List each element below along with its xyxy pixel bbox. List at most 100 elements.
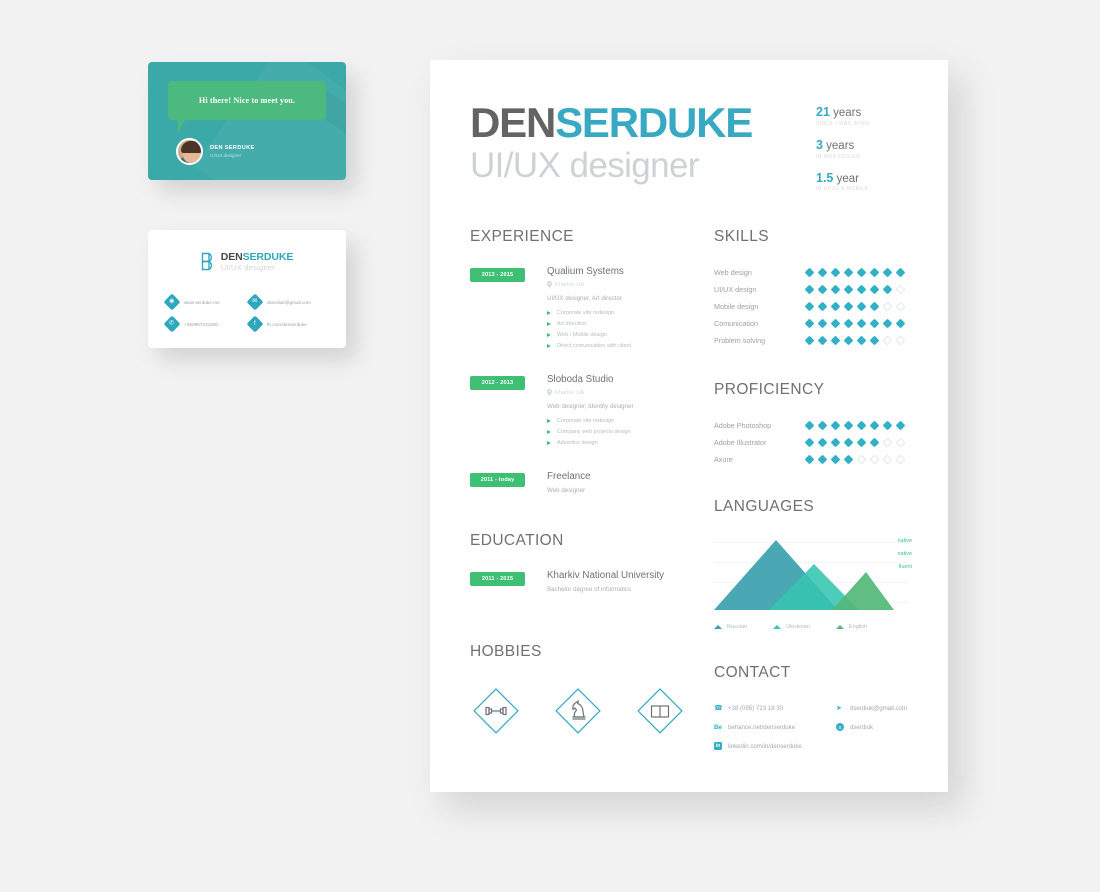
skill-row: Web design <box>714 267 908 278</box>
bullet-arrow-icon <box>547 311 551 316</box>
rating-diamond-filled <box>856 318 867 329</box>
legend-swatch-icon <box>835 625 844 630</box>
rating-diamond-empty <box>856 454 867 465</box>
experience-org: Freelance <box>547 471 591 483</box>
skill-label: Problem solving <box>714 336 766 346</box>
rating-diamond-filled <box>869 437 880 448</box>
card-contact-list: ◉ www.serduke.me ✉ dserdiuk@gmail.com ✆ … <box>163 293 332 340</box>
globe-icon: ◉ <box>163 293 181 311</box>
contact-email[interactable]: ➤ dserdiuk@gmail.com <box>836 704 907 713</box>
contact-value: behance.net/denserduke <box>728 723 796 731</box>
section-title-languages: LANGUAGES <box>714 498 815 516</box>
rating-diamond-filled <box>843 454 854 465</box>
rating-diamond-filled <box>843 420 854 431</box>
hobbies-list <box>470 685 686 737</box>
card-contact-item[interactable]: ✆ +380957231830 <box>163 315 249 333</box>
skill-row: Mobile design <box>714 301 908 312</box>
proficiency-list: Adobe Photoshop Adobe Illustrator Axure <box>714 420 908 465</box>
skill-rating <box>804 318 906 329</box>
rating-diamond-filled <box>882 284 893 295</box>
phone-icon: ✆ <box>163 315 181 333</box>
experience-bullets: Corporate site redesign Company web proj… <box>547 418 634 446</box>
rating-diamond-filled <box>830 267 841 278</box>
bullet-item: Direct comunication with client <box>547 343 631 349</box>
card-contact-item[interactable]: ◉ www.serduke.me <box>163 293 249 311</box>
skills-list: Web design UI/UX design Mobile design Co… <box>714 267 908 346</box>
experience-bullets: Corporate site redesign Art direction We… <box>547 310 631 349</box>
bullet-item: Corporate site redesign <box>547 310 631 316</box>
skill-label: Comunication <box>714 319 758 329</box>
resume-sheet: DENSERDUKE UI/UX designer 21 years SINCE… <box>430 60 948 792</box>
bullet-arrow-icon <box>547 441 551 446</box>
stat-caption: IN WEB DESIGN <box>816 153 861 160</box>
stat-item: 1.5 year IN UI/UX & MOBILE <box>816 171 908 193</box>
linkedin-icon: in <box>714 742 722 751</box>
experience-period-badge: 2012 - 2013 <box>470 376 525 391</box>
card-contact-item[interactable]: f fb.com/denserduke <box>246 315 332 333</box>
rating-diamond-filled <box>895 318 906 329</box>
card-person: DEN SERDUKE UI/UX designer <box>176 138 255 165</box>
languages-area-svg <box>714 540 894 611</box>
rating-diamond-filled <box>817 437 828 448</box>
logo-mark-icon <box>201 252 216 271</box>
rating-diamond-filled <box>804 420 815 431</box>
rating-diamond-filled <box>869 420 880 431</box>
languages-level-labels: native native fluent <box>882 538 912 570</box>
skill-rating <box>804 267 906 278</box>
proficiency-label: Adobe Photoshop <box>714 421 772 431</box>
contact-value: dserdiuk@gmail.com <box>850 704 907 712</box>
rating-diamond-filled <box>843 437 854 448</box>
contact-value: +38 (095) 723 18 30 <box>728 704 784 712</box>
legend-item: English <box>835 624 868 631</box>
legend-item: Russian <box>714 624 747 630</box>
skype-icon: S <box>836 723 846 732</box>
contact-list: ☎ +38 (095) 723 18 30 ➤ dserdiuk@gmail.c… <box>714 704 908 751</box>
legend-label: English <box>848 624 868 631</box>
contact-row: ☎ +38 (095) 723 18 30 ➤ dserdiuk@gmail.c… <box>714 704 908 713</box>
job-title: UI/UX designer <box>470 146 700 185</box>
mockup-canvas: Hi there! Nice to meet you. DEN SERDUKE … <box>0 0 1100 892</box>
business-card-back: DENSERDUKE UI/UX designer ◉ www.serduke.… <box>148 230 346 348</box>
skill-label: Mobile design <box>714 302 759 312</box>
language-level: native <box>897 551 912 558</box>
skill-label: Web design <box>714 268 752 278</box>
rating-diamond-filled <box>843 318 854 329</box>
experience-role: Web designer, Identity designer <box>547 403 634 411</box>
proficiency-rating <box>804 454 906 465</box>
section-title-contact: CONTACT <box>714 664 791 682</box>
rating-diamond-filled <box>817 284 828 295</box>
experience-entry: 2012 - 2013 Sloboda Studio Kharkiv, UA W… <box>470 374 686 451</box>
rating-diamond-empty <box>895 301 906 312</box>
rating-diamond-empty <box>895 437 906 448</box>
card-contact-text: www.serduke.me <box>184 299 220 305</box>
rating-diamond-empty <box>882 301 893 312</box>
skill-row: UI/UX design <box>714 284 908 295</box>
rating-diamond-filled <box>804 284 815 295</box>
language-level: fluent <box>898 564 912 571</box>
proficiency-row: Adobe Photoshop <box>714 420 908 431</box>
speech-bubble-tail <box>178 120 185 133</box>
rating-diamond-empty <box>895 335 906 346</box>
bullet-item: Advertice design <box>547 440 634 446</box>
rating-diamond-filled <box>817 335 828 346</box>
card-contact-item[interactable]: ✉ dserdiuk@gmail.com <box>246 293 332 311</box>
contact-skype[interactable]: S dserdiuk <box>836 723 873 732</box>
contact-linkedin[interactable]: in linkedin.com/in/denserduke <box>714 742 802 751</box>
contact-phone[interactable]: ☎ +38 (095) 723 18 30 <box>714 704 836 713</box>
rating-diamond-filled <box>869 318 880 329</box>
speech-bubble-text: Hi there! Nice to meet you. <box>198 96 296 105</box>
proficiency-row: Adobe Illustrator <box>714 437 908 448</box>
skill-row: Problem solving <box>714 335 908 346</box>
section-title-experience: EXPERIENCE <box>470 228 574 246</box>
chess-knight-icon <box>552 685 604 737</box>
experience-location: Kharkiv, UA <box>547 281 631 289</box>
contact-behance[interactable]: Be behance.net/denserduke <box>714 723 836 731</box>
rating-diamond-filled <box>882 420 893 431</box>
rating-diamond-empty <box>895 454 906 465</box>
facebook-icon: f <box>246 315 264 333</box>
skill-rating <box>804 284 906 295</box>
stat-unit: year <box>836 172 859 185</box>
rating-diamond-filled <box>843 335 854 346</box>
legend-label: Russian <box>727 624 748 631</box>
stats-list: 21 years SINCE I WAS BORN 3 years IN WEB… <box>816 100 908 204</box>
